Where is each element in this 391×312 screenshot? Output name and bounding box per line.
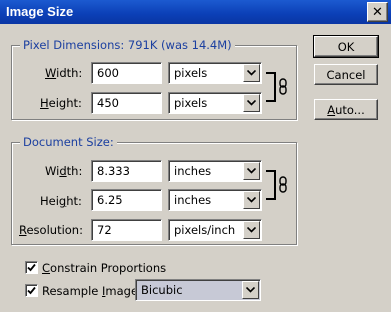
resample-image-label[interactable]: Resample Image:: [42, 284, 142, 298]
resample-image-checkbox[interactable]: [25, 284, 38, 297]
pixel-width-unit-select[interactable]: pixels: [168, 62, 262, 84]
pixel-width-label: Width:: [45, 66, 83, 80]
chain-link-icon: [279, 176, 287, 193]
constrain-proportions-label[interactable]: Constrain Proportions: [42, 261, 166, 275]
doc-width-input[interactable]: 8.333: [91, 160, 162, 182]
resolution-unit-value: pixels/inch: [174, 223, 236, 237]
chevron-down-icon[interactable]: [243, 221, 260, 239]
pixel-height-unit-select[interactable]: pixels: [168, 92, 262, 114]
doc-width-label: Width:: [45, 164, 83, 178]
checkmark-icon: [27, 263, 36, 272]
chevron-down-icon[interactable]: [242, 281, 259, 299]
ok-button[interactable]: OK: [313, 35, 379, 58]
doc-width-unit-value: inches: [174, 164, 212, 178]
doc-height-unit-select[interactable]: inches: [168, 189, 262, 211]
constrain-proportions-checkbox[interactable]: [25, 261, 38, 274]
resample-method-select[interactable]: Bicubic: [135, 279, 261, 301]
title-bar: Image Size ✕: [0, 0, 391, 24]
chain-link-icon: [279, 78, 287, 95]
doc-constrain-bracket: [266, 170, 276, 200]
doc-height-unit-value: inches: [174, 193, 212, 207]
resolution-label: Resolution:: [19, 223, 83, 237]
chevron-down-icon[interactable]: [243, 94, 260, 112]
pixel-height-input[interactable]: 450: [91, 92, 162, 114]
resolution-unit-select[interactable]: pixels/inch: [168, 219, 262, 241]
chevron-down-icon[interactable]: [243, 191, 260, 209]
document-size-legend: Document Size:: [20, 135, 117, 149]
pixel-height-label: Height:: [40, 96, 82, 110]
pixel-width-input[interactable]: 600: [91, 62, 162, 84]
cancel-button[interactable]: Cancel: [314, 64, 378, 85]
pixel-height-unit-value: pixels: [174, 96, 208, 110]
pixel-width-unit-value: pixels: [174, 66, 208, 80]
chevron-down-icon[interactable]: [243, 162, 260, 180]
close-icon: ✕: [372, 4, 383, 20]
resample-method-value: Bicubic: [141, 283, 183, 297]
pixel-dimensions-legend: Pixel Dimensions: 791K (was 14.4M): [20, 38, 235, 52]
close-button[interactable]: ✕: [367, 2, 388, 22]
resolution-input[interactable]: 72: [91, 219, 162, 241]
checkmark-icon: [27, 286, 36, 295]
pixel-constrain-bracket: [266, 72, 276, 102]
chevron-down-icon[interactable]: [243, 64, 260, 82]
auto-button[interactable]: Auto...: [314, 99, 378, 120]
doc-height-label: Height:: [40, 194, 82, 208]
doc-width-unit-select[interactable]: inches: [168, 160, 262, 182]
window-title: Image Size: [6, 4, 74, 19]
doc-height-input[interactable]: 6.25: [91, 189, 162, 211]
